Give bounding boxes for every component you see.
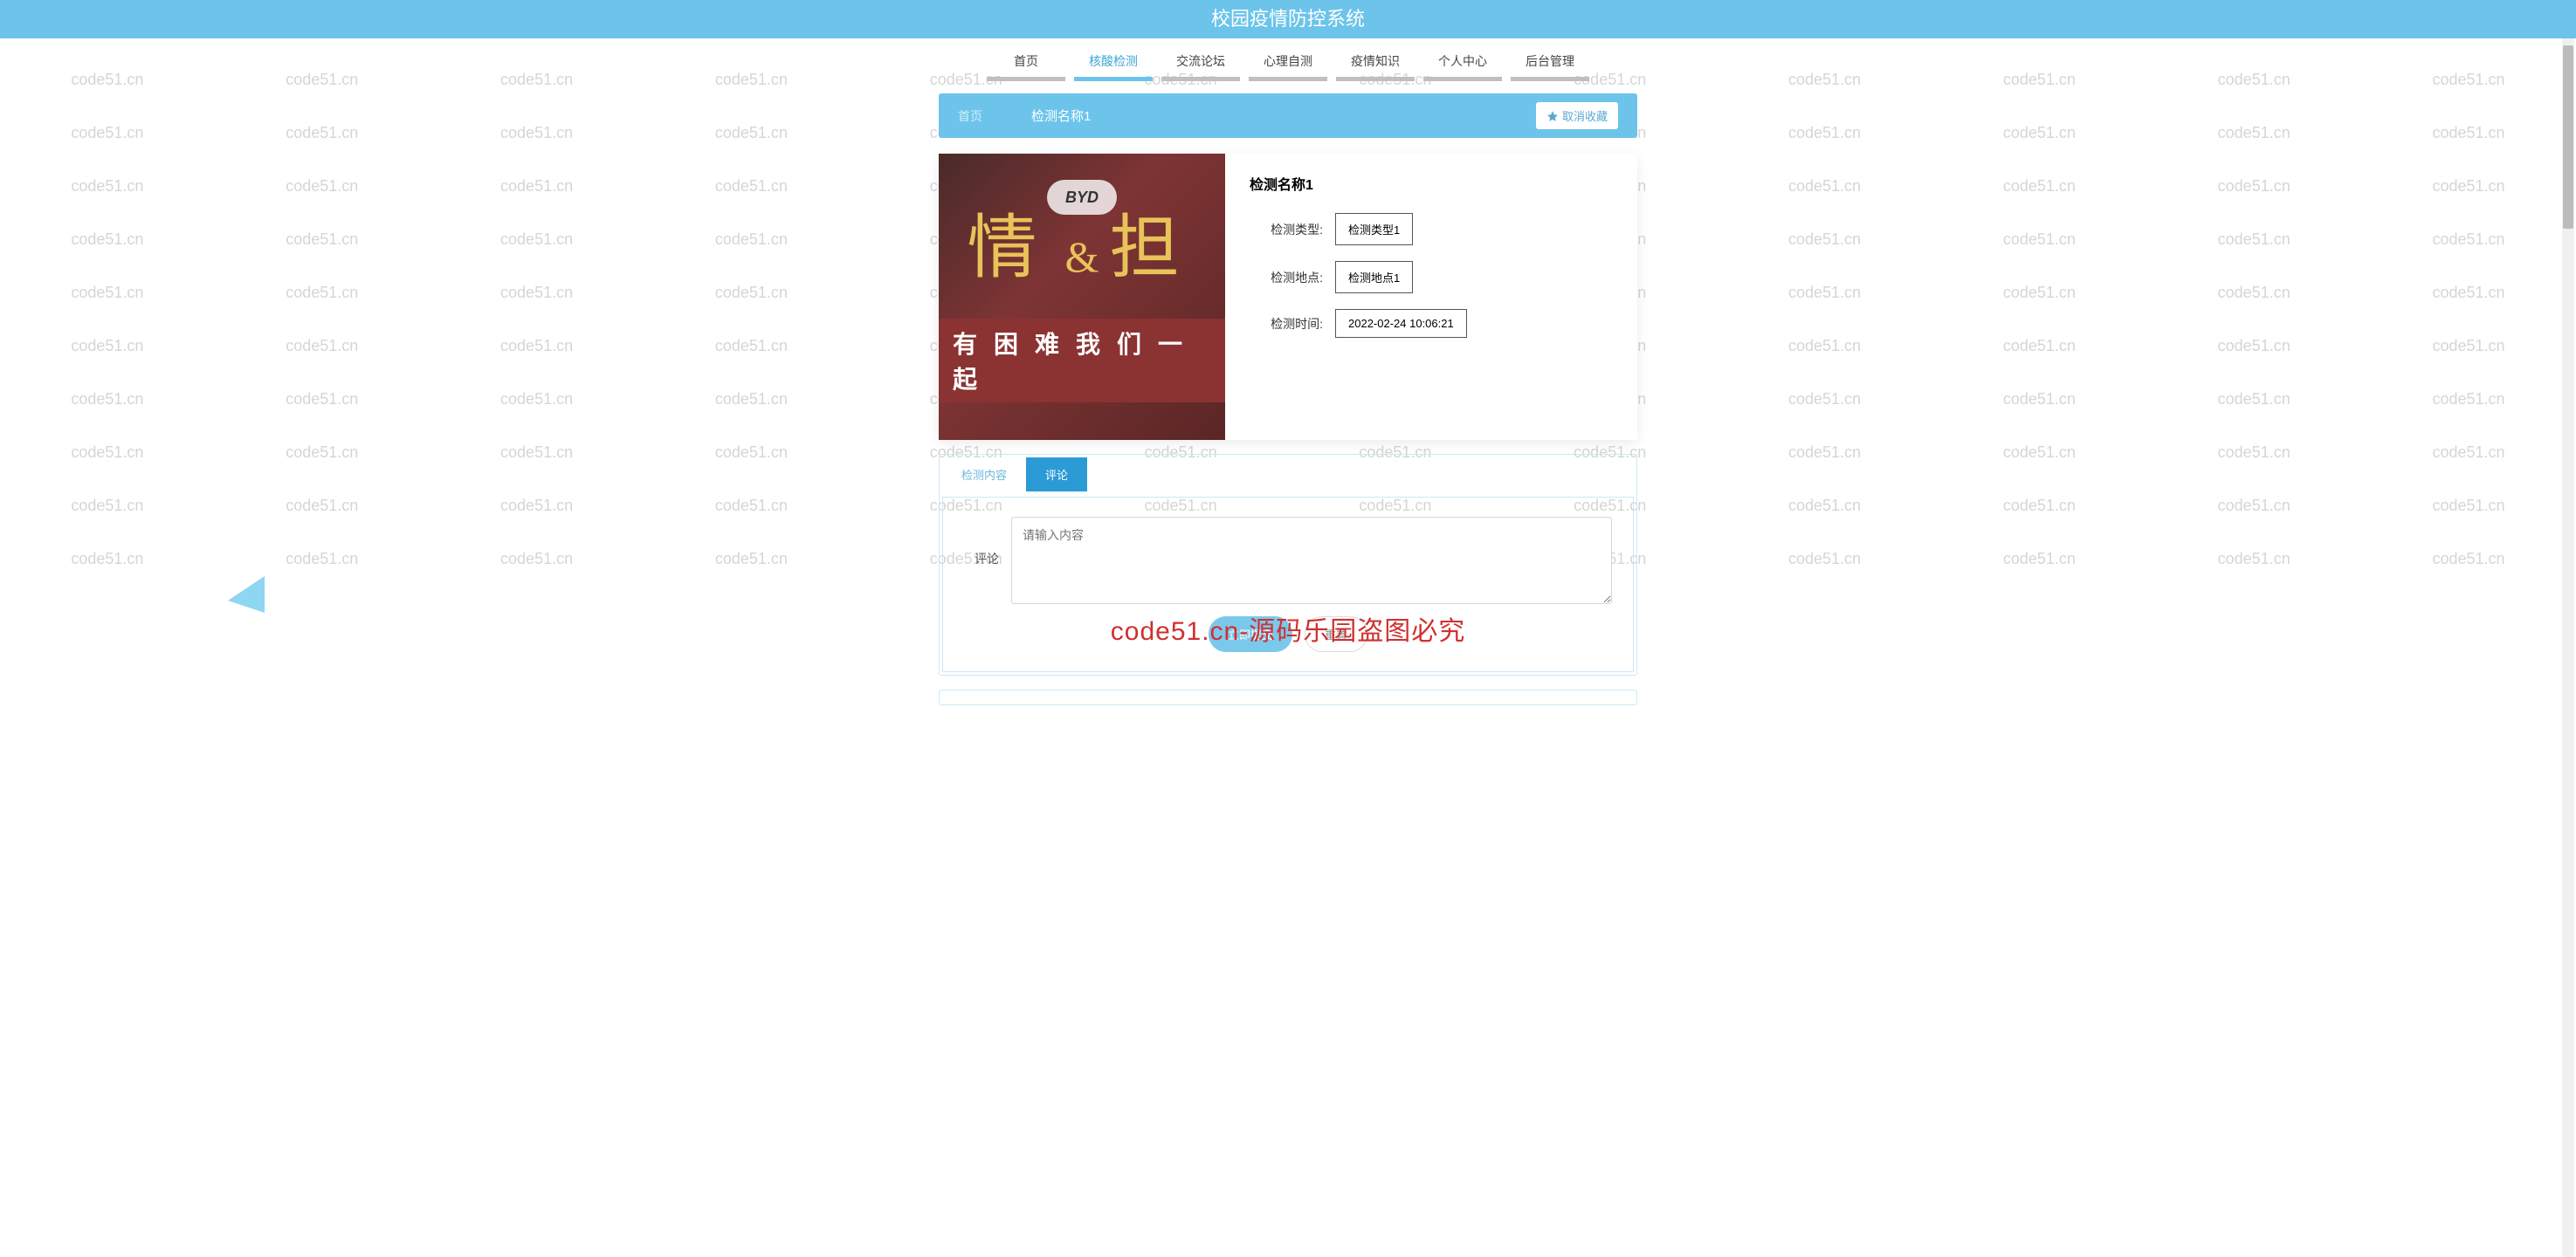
- detail-card: BYD 情 & 担 有 困 难 我 们 一 起 检测名称1 检测类型: 检测类型…: [939, 154, 1637, 440]
- field-test-time: 检测时间: 2022-02-24 10:06:21: [1250, 309, 1613, 338]
- cursor-pointer-icon: [228, 576, 275, 623]
- tab-comments[interactable]: 评论: [1026, 457, 1087, 491]
- breadcrumb-home[interactable]: 首页: [958, 107, 982, 125]
- field-label: 检测地点:: [1250, 269, 1323, 286]
- field-test-location: 检测地点: 检测地点1: [1250, 261, 1613, 293]
- tab-body: 评论 立即提交 重置: [942, 497, 1634, 672]
- app-title: 校园疫情防控系统: [1211, 8, 1365, 30]
- field-value: 2022-02-24 10:06:21: [1335, 309, 1467, 338]
- nav-profile[interactable]: 个人中心: [1423, 52, 1502, 81]
- reset-button[interactable]: 重置: [1305, 616, 1367, 652]
- comment-label: 评论: [964, 517, 999, 567]
- nav-admin[interactable]: 后台管理: [1511, 52, 1589, 81]
- detail-title: 检测名称1: [1250, 173, 1613, 194]
- breadcrumb-title: 检测名称1: [1031, 106, 1091, 125]
- nav-home[interactable]: 首页: [987, 52, 1065, 81]
- tab-content-detail[interactable]: 检测内容: [942, 457, 1026, 491]
- nav-knowledge[interactable]: 疫情知识: [1336, 52, 1415, 81]
- comment-input[interactable]: [1011, 517, 1612, 604]
- field-value: 检测地点1: [1335, 261, 1413, 293]
- tab-header: 检测内容 评论: [942, 457, 1634, 491]
- extra-panel: [939, 690, 1637, 705]
- main-nav: 首页 核酸检测 交流论坛 心理自测 疫情知识 个人中心 后台管理: [0, 52, 2576, 81]
- detail-image: BYD 情 & 担 有 困 难 我 们 一 起: [939, 154, 1225, 440]
- nav-nucleic-test[interactable]: 核酸检测: [1074, 52, 1153, 81]
- field-test-type: 检测类型: 检测类型1: [1250, 213, 1613, 245]
- cancel-favorite-label: 取消收藏: [1562, 107, 1608, 124]
- scrollbar[interactable]: [2562, 0, 2574, 1257]
- nav-self-test[interactable]: 心理自测: [1249, 52, 1327, 81]
- detail-info: 检测名称1 检测类型: 检测类型1 检测地点: 检测地点1 检测时间: 2022…: [1225, 154, 1637, 440]
- nav-forum[interactable]: 交流论坛: [1161, 52, 1240, 81]
- submit-button[interactable]: 立即提交: [1209, 616, 1292, 652]
- page-header: 校园疫情防控系统: [0, 0, 2576, 38]
- field-value: 检测类型1: [1335, 213, 1413, 245]
- breadcrumb: 首页 检测名称1 取消收藏: [939, 93, 1637, 138]
- field-label: 检测类型:: [1250, 221, 1323, 238]
- tabs-panel: 检测内容 评论 评论 立即提交 重置: [939, 454, 1637, 676]
- field-label: 检测时间:: [1250, 315, 1323, 333]
- cancel-favorite-button[interactable]: 取消收藏: [1536, 102, 1618, 129]
- star-icon: [1546, 110, 1559, 122]
